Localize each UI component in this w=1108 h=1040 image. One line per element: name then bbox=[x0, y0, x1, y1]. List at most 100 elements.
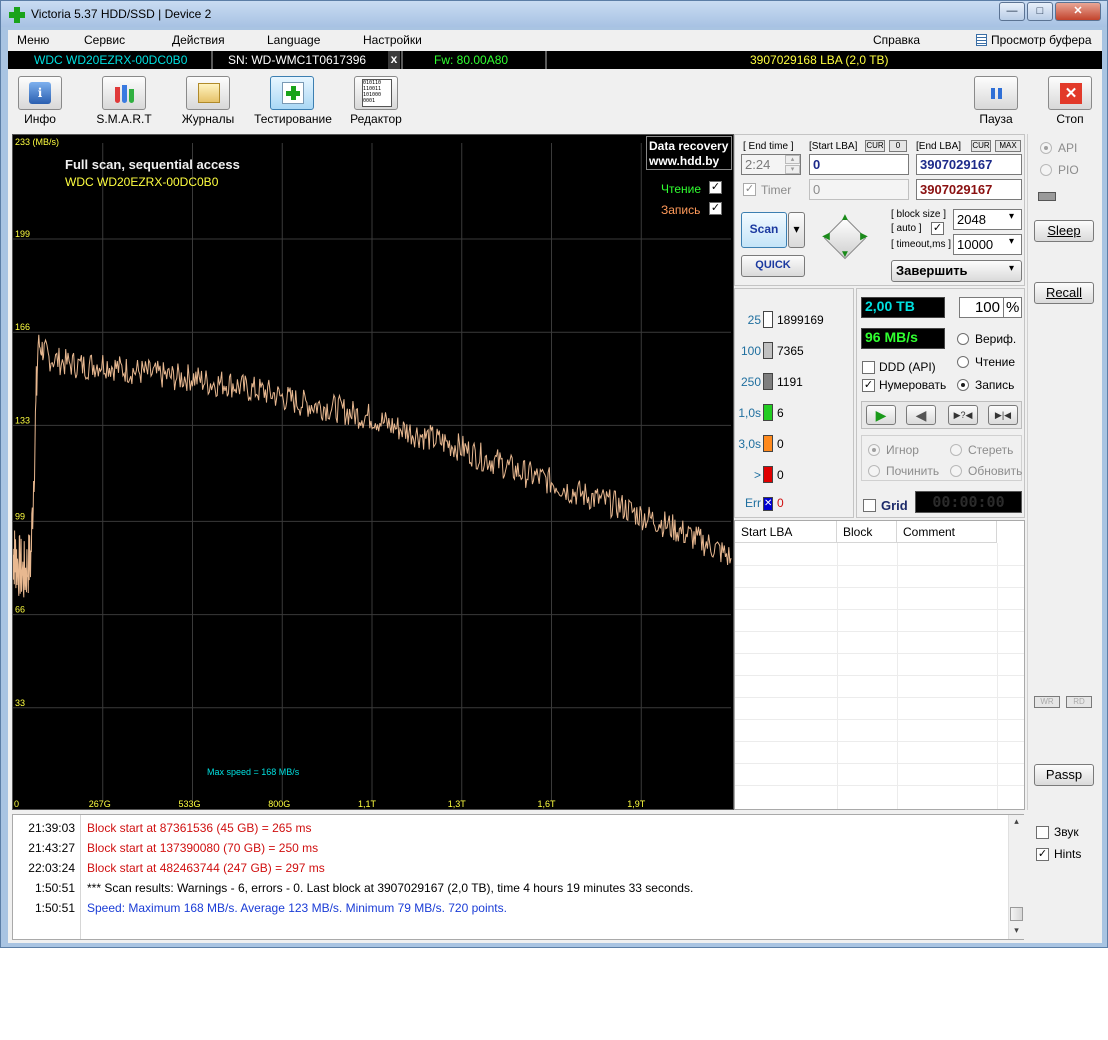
graph-y-tick-label: 99 bbox=[15, 511, 25, 521]
column-block[interactable]: Block bbox=[837, 521, 897, 543]
quick-button[interactable]: QUICK bbox=[741, 255, 805, 277]
start-lba-label: [Start LBA] bbox=[809, 141, 858, 152]
timer-label: Timer bbox=[761, 183, 792, 197]
read-radio[interactable] bbox=[957, 356, 969, 368]
error-color-swatch: ✕ bbox=[763, 497, 773, 511]
sleep-button[interactable]: Sleep bbox=[1034, 220, 1094, 242]
pio-radio[interactable] bbox=[1040, 164, 1052, 176]
log-entry-time: 21:43:27 bbox=[28, 841, 75, 855]
close-device-button[interactable]: x bbox=[388, 51, 400, 69]
play-butterfly-button[interactable]: ▶|◀ bbox=[988, 405, 1018, 425]
log-entry-message: *** Scan results: Warnings - 6, errors -… bbox=[87, 881, 694, 895]
end-time-spin-down[interactable]: ▾ bbox=[785, 165, 800, 174]
smart-button[interactable] bbox=[102, 76, 146, 110]
column-start-lba[interactable]: Start LBA bbox=[735, 521, 837, 543]
verify-radio[interactable] bbox=[957, 333, 969, 345]
menu-main[interactable]: Меню bbox=[17, 33, 49, 47]
menu-language[interactable]: Language bbox=[267, 33, 320, 47]
log-scroll-up-icon[interactable]: ▴ bbox=[1010, 816, 1023, 828]
close-window-button[interactable]: ✕ bbox=[1055, 2, 1101, 21]
stop-button[interactable]: ✕ bbox=[1048, 76, 1092, 110]
repair-radio[interactable] bbox=[868, 465, 880, 477]
log-entry-message: Block start at 482463744 (247 GB) = 297 … bbox=[87, 861, 325, 875]
play-backward-button[interactable]: ◀ bbox=[906, 405, 936, 425]
ddd-api-label: DDD (API) bbox=[879, 360, 936, 374]
finish-dropdown-icon: ▾ bbox=[1009, 263, 1015, 274]
start-lba-cur-button[interactable]: CUR bbox=[865, 140, 885, 152]
pause-icon bbox=[998, 88, 1002, 99]
speed-graph-canvas: 199 166 133 99 66 33 0 267G 533G 800G 1,1T 1,3T 1,6T… bbox=[13, 143, 732, 809]
wr-indicator: WR bbox=[1034, 696, 1060, 708]
stats-count: 0 bbox=[777, 468, 784, 482]
logs-button[interactable] bbox=[186, 76, 230, 110]
log-scroll-down-icon[interactable]: ▾ bbox=[1010, 925, 1023, 937]
menu-view-buffer[interactable]: Просмотр буфера bbox=[991, 33, 1092, 47]
log-scrollbar[interactable]: ▴ ▾ bbox=[1008, 815, 1024, 939]
end-time-spin-up[interactable]: ▴ bbox=[785, 155, 800, 164]
recall-button[interactable]: Recall bbox=[1034, 282, 1094, 304]
info-icon: i bbox=[29, 82, 51, 104]
direction-right-arrow[interactable]: ▶ bbox=[856, 231, 872, 245]
erase-radio[interactable] bbox=[950, 444, 962, 456]
direction-up-arrow[interactable]: ▲ bbox=[837, 212, 853, 226]
finish-action-select[interactable]: Завершить bbox=[891, 260, 1022, 282]
start-lba-input[interactable]: 0 bbox=[809, 154, 909, 175]
play-forward-button[interactable]: ▶ bbox=[866, 405, 896, 425]
minimize-button[interactable]: — bbox=[999, 2, 1025, 21]
testing-label: Тестирование bbox=[254, 112, 332, 126]
scan-status-panel: 2,00 TB 100 % 96 MB/s Вериф. Чтение Запи… bbox=[856, 288, 1025, 518]
play-random-button[interactable]: ▶?◀ bbox=[948, 405, 978, 425]
menu-service[interactable]: Сервис bbox=[84, 33, 125, 47]
pause-button[interactable] bbox=[974, 76, 1018, 110]
legend-write-checkbox[interactable]: ✓ bbox=[709, 202, 722, 215]
api-radio[interactable] bbox=[1040, 142, 1052, 154]
ignore-radio[interactable] bbox=[868, 444, 880, 456]
title-bar[interactable]: Victoria 5.37 HDD/SSD | Device 2 — □ ✕ bbox=[1, 1, 1107, 27]
scan-mode-dropdown[interactable]: ▾ bbox=[788, 212, 805, 248]
timer-input[interactable]: 0 bbox=[809, 179, 909, 200]
refresh-radio[interactable] bbox=[950, 465, 962, 477]
max-speed-label: Max speed = 168 MB/s bbox=[207, 767, 300, 777]
grid-checkbox[interactable] bbox=[863, 499, 876, 512]
direction-down-arrow[interactable]: ▼ bbox=[837, 249, 853, 263]
scanned-size-display: 2,00 TB bbox=[861, 297, 945, 318]
testing-button[interactable] bbox=[270, 76, 314, 110]
passp-button[interactable]: Passp bbox=[1034, 764, 1094, 786]
start-lba-zero-button[interactable]: 0 bbox=[889, 140, 907, 152]
numbering-checkbox[interactable]: ✓ bbox=[862, 379, 875, 392]
application-window: Victoria 5.37 HDD/SSD | Device 2 — □ ✕ М… bbox=[0, 0, 1108, 948]
menu-settings[interactable]: Настройки bbox=[363, 33, 422, 47]
table-row bbox=[735, 697, 1024, 698]
pause-icon bbox=[991, 88, 995, 99]
ddd-api-checkbox[interactable] bbox=[862, 361, 875, 374]
timer-checkbox[interactable]: ✓ bbox=[743, 183, 756, 196]
logs-folder-icon bbox=[198, 83, 220, 103]
end-lba-max-button[interactable]: MAX bbox=[995, 140, 1021, 152]
log-entry-message: Block start at 87361536 (45 GB) = 265 ms bbox=[87, 821, 312, 835]
menu-help[interactable]: Справка bbox=[873, 33, 920, 47]
legend-read-checkbox[interactable]: ✓ bbox=[709, 181, 722, 194]
end-lba-current-input[interactable]: 3907029167 bbox=[916, 179, 1022, 200]
grid-label: Grid bbox=[881, 498, 908, 513]
end-lba-cur-button[interactable]: CUR bbox=[971, 140, 991, 152]
column-comment[interactable]: Comment bbox=[897, 521, 997, 543]
block-auto-checkbox[interactable]: ✓ bbox=[931, 222, 944, 235]
end-lba-label: [End LBA] bbox=[916, 141, 962, 152]
graph-title: Full scan, sequential access bbox=[65, 157, 240, 172]
menu-actions[interactable]: Действия bbox=[172, 33, 225, 47]
maximize-button[interactable]: □ bbox=[1027, 2, 1053, 21]
end-lba-input[interactable]: 3907029167 bbox=[916, 154, 1022, 175]
scan-button[interactable]: Scan bbox=[741, 212, 787, 248]
sound-checkbox[interactable] bbox=[1036, 826, 1049, 839]
graph-x-tick-label: 1,1T bbox=[358, 799, 377, 809]
log-column-separator bbox=[80, 815, 81, 939]
editor-button[interactable]: 010110 110011 101000 0001 bbox=[354, 76, 398, 110]
stats-threshold-label: 250 bbox=[740, 375, 761, 389]
hints-checkbox[interactable]: ✓ bbox=[1036, 848, 1049, 861]
info-button[interactable]: i bbox=[18, 76, 62, 110]
write-radio[interactable] bbox=[957, 379, 969, 391]
direction-left-arrow[interactable]: ◀ bbox=[818, 231, 834, 245]
smart-test-tubes-icon bbox=[115, 83, 135, 105]
stats-color-swatch bbox=[763, 466, 773, 483]
log-scroll-thumb[interactable] bbox=[1010, 907, 1023, 921]
